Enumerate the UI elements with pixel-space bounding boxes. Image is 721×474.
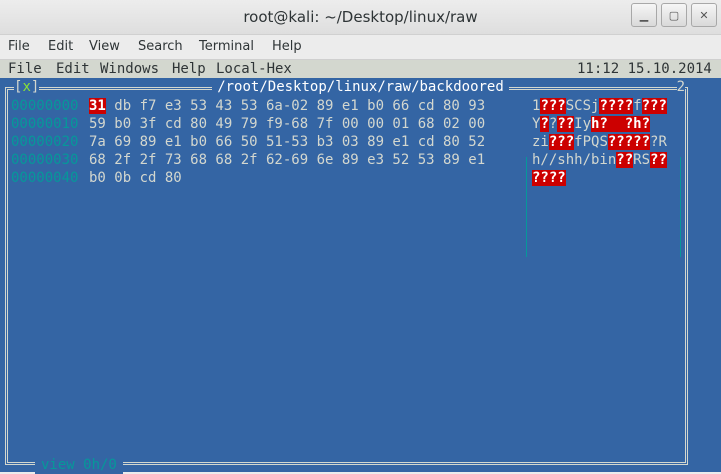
- hex-bytes[interactable]: 68 2f 2f 73 68 68 2f 62-69 6e 89 e3 52 5…: [89, 151, 485, 169]
- ascii-nonprintable: ?: [540, 116, 549, 132]
- hex-offset: 00000010: [11, 116, 79, 132]
- ascii-text: ?R: [650, 134, 667, 150]
- ascii-text: Iy: [574, 116, 592, 132]
- ascii-nonprintable: ???: [540, 98, 566, 114]
- hex-cursor: 31: [89, 98, 106, 114]
- menu-search[interactable]: Search: [138, 39, 183, 54]
- hex-bytes[interactable]: 31 db f7 e3 53 43 53 6a-02 89 e1 b0 66 c…: [89, 97, 485, 115]
- hex-offset: 00000020: [11, 134, 79, 150]
- hex-offset: 00000030: [11, 152, 79, 168]
- ascii-column[interactable]: 1???SCSj????f???: [532, 97, 667, 115]
- maximize-button[interactable]: ▢: [661, 3, 687, 27]
- ascii-nonprintable: ???: [548, 134, 575, 150]
- mc-menu-bar: File Edit Windows Help Local-Hex 11:12 1…: [0, 60, 721, 78]
- ascii-nonprintable: ??: [557, 116, 575, 132]
- mc-menu-local-hex[interactable]: Local-Hex: [216, 60, 292, 78]
- hex-bytes[interactable]: 7a 69 89 e1 b0 66 50 51-53 b3 03 89 e1 c…: [89, 133, 485, 151]
- hex-bytes[interactable]: b0 0b cd 80: [89, 169, 182, 187]
- ascii-nonprintable: ?????: [607, 134, 651, 150]
- mc-menu-edit[interactable]: Edit: [56, 60, 90, 78]
- ascii-text: fPQS: [574, 134, 608, 150]
- hex-values: 7a 69 89 e1 b0 66 50 51-53 b3 03 89 e1 c…: [89, 134, 486, 150]
- mc-menu-windows[interactable]: Windows: [100, 60, 159, 78]
- menu-terminal[interactable]: Terminal: [199, 39, 254, 54]
- ascii-nonprintable: h? ?h?: [591, 116, 651, 132]
- ascii-nonprintable: ????: [532, 170, 566, 186]
- ascii-text: f: [633, 98, 642, 114]
- window-controls: ▁ ▢ ✕: [631, 3, 717, 27]
- menu-view[interactable]: View: [89, 39, 120, 54]
- ascii-column[interactable]: zi???fPQS??????R: [532, 133, 667, 151]
- close-button[interactable]: ✕: [691, 3, 717, 27]
- menu-file[interactable]: File: [8, 39, 30, 54]
- ascii-separator-left: [526, 157, 527, 257]
- ascii-nonprintable: ???: [641, 98, 667, 114]
- ascii-text: h//shh/bin: [532, 152, 617, 168]
- ascii-column[interactable]: ????: [532, 169, 566, 187]
- hex-offset: 00000000: [11, 98, 79, 114]
- ascii-text: RS: [633, 152, 651, 168]
- ascii-separator-right: [680, 157, 681, 257]
- ascii-nonprintable: ??: [616, 152, 634, 168]
- window-titlebar[interactable]: root@kali: ~/Desktop/linux/raw ▁ ▢ ✕: [0, 0, 721, 35]
- mc-menu-file[interactable]: File: [8, 60, 42, 78]
- minimize-button[interactable]: ▁: [631, 3, 657, 27]
- ascii-nonprintable: ????: [599, 98, 634, 114]
- ascii-text: SCSj: [565, 98, 600, 114]
- hex-values: 59 b0 3f cd 80 49 79 f9-68 7f 00 00 01 6…: [89, 116, 486, 132]
- status-line: view 0h/0: [35, 456, 123, 474]
- terminal-menubar: File Edit View Search Terminal Help: [0, 35, 721, 60]
- panel-number: 2: [676, 78, 685, 96]
- menu-edit[interactable]: Edit: [48, 39, 73, 54]
- terminal-screen[interactable]: File Edit Windows Help Local-Hex 11:12 1…: [0, 60, 721, 474]
- hex-offset: 00000040: [11, 170, 79, 186]
- ascii-column[interactable]: Y????Iyh? ?h?: [532, 115, 651, 133]
- ascii-text: zi: [532, 134, 549, 150]
- mc-clock: 11:12 15.10.2014: [577, 61, 712, 77]
- hex-values: 68 2f 2f 73 68 68 2f 62-69 6e 89 e3 52 5…: [89, 152, 486, 168]
- window-title: root@kali: ~/Desktop/linux/raw: [243, 8, 478, 26]
- ascii-column[interactable]: h//shh/bin??RS??: [532, 151, 667, 169]
- hex-values: b0 0b cd 80: [89, 170, 182, 186]
- hex-values: db f7 e3 53 43 53 6a-02 89 e1 b0 66 cd 8…: [105, 98, 486, 114]
- hex-bytes[interactable]: 59 b0 3f cd 80 49 79 f9-68 7f 00 00 01 6…: [89, 115, 485, 133]
- menu-help[interactable]: Help: [272, 39, 302, 54]
- file-path: /root/Desktop/linux/raw/backdoored: [212, 79, 509, 95]
- panel-title: /root/Desktop/linux/raw/backdoored: [0, 78, 721, 96]
- ascii-nonprintable: ??: [650, 152, 667, 168]
- mc-menu-help[interactable]: Help: [172, 60, 206, 78]
